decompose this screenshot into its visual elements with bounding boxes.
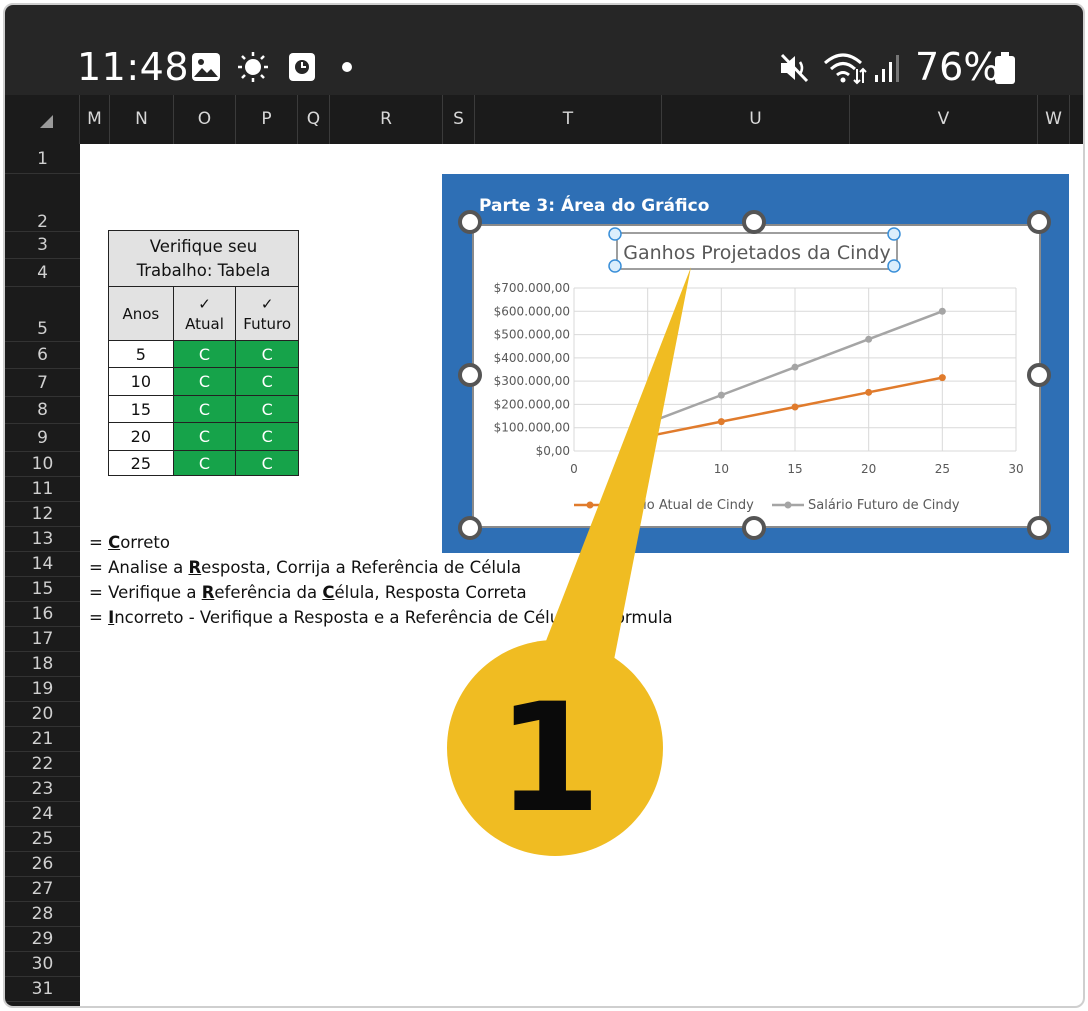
chart-resize-handle[interactable]	[458, 363, 482, 387]
chart-resize-handle[interactable]	[1027, 516, 1051, 540]
chart-resize-handle[interactable]	[1027, 210, 1051, 234]
chart-resize-handle[interactable]	[1027, 363, 1051, 387]
chart-resize-handle[interactable]	[742, 516, 766, 540]
title-resize-handle[interactable]	[887, 259, 901, 273]
selection-overlay: 1	[447, 210, 1051, 856]
chart-resize-handle[interactable]	[458, 516, 482, 540]
chart-resize-handle[interactable]	[742, 210, 766, 234]
title-resize-handle[interactable]	[887, 227, 901, 241]
title-resize-handle[interactable]	[608, 227, 622, 241]
title-resize-handle[interactable]	[608, 259, 622, 273]
callout-pointer	[525, 267, 691, 695]
callout-number: 1	[497, 672, 601, 846]
screen-frame: 11:48 76% M N O P Q R S T U V W 1 2 3 4 …	[3, 3, 1085, 1008]
chart-resize-handle[interactable]	[458, 210, 482, 234]
